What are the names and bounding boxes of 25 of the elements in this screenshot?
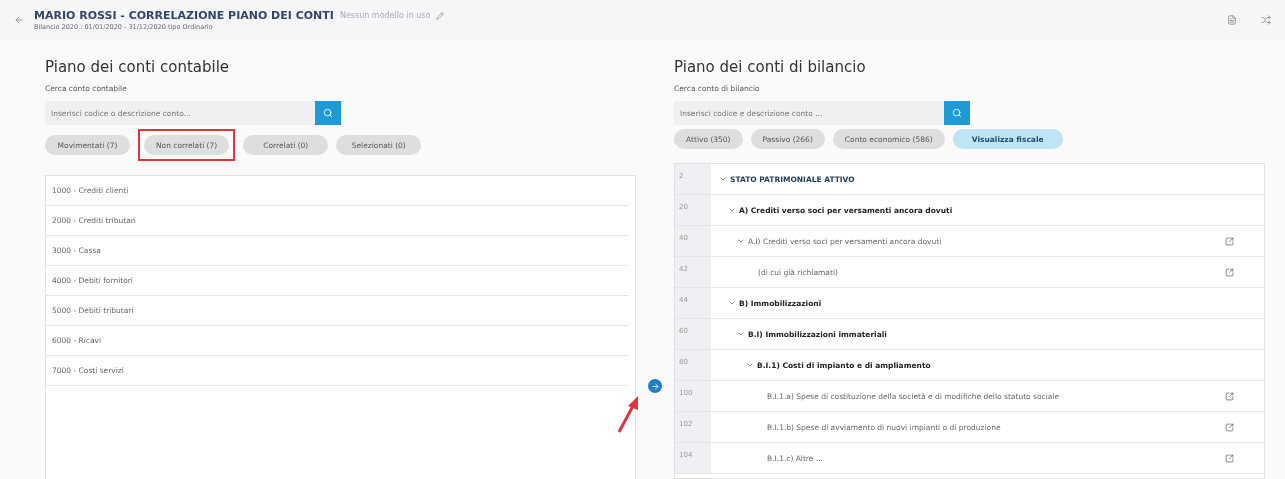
chevron-icon[interactable] xyxy=(728,206,736,214)
panel-title: Piano dei conti contabile xyxy=(45,58,231,76)
open-icon[interactable] xyxy=(1225,453,1234,463)
open-icon[interactable] xyxy=(1225,236,1234,246)
panel-title: Piano dei conti di bilancio xyxy=(674,58,867,76)
open-icon[interactable] xyxy=(1225,267,1234,277)
search-button[interactable] xyxy=(944,101,970,125)
pencil-icon[interactable] xyxy=(436,11,445,20)
open-icon[interactable] xyxy=(1225,391,1234,401)
chevron-icon[interactable] xyxy=(746,361,754,369)
arrow-icon xyxy=(650,381,660,391)
chevron-icon[interactable] xyxy=(737,237,745,245)
search-icon xyxy=(952,108,962,118)
search-icon xyxy=(323,108,333,118)
open-icon[interactable] xyxy=(1225,422,1234,432)
chevron-icon[interactable] xyxy=(719,175,727,183)
search-button[interactable] xyxy=(315,101,341,125)
chevron-icon[interactable] xyxy=(737,330,745,338)
document-icon[interactable] xyxy=(1227,15,1237,25)
model-label: Nessun modello in uso xyxy=(339,11,431,20)
shuffle-icon[interactable] xyxy=(1261,15,1271,25)
chevron-icon[interactable] xyxy=(728,299,736,307)
move-right-button[interactable] xyxy=(648,379,662,393)
page-title: MARIO ROSSI - CORRELAZIONE PIANO DEI CONTI xyxy=(34,9,334,22)
back-icon[interactable] xyxy=(14,15,24,25)
